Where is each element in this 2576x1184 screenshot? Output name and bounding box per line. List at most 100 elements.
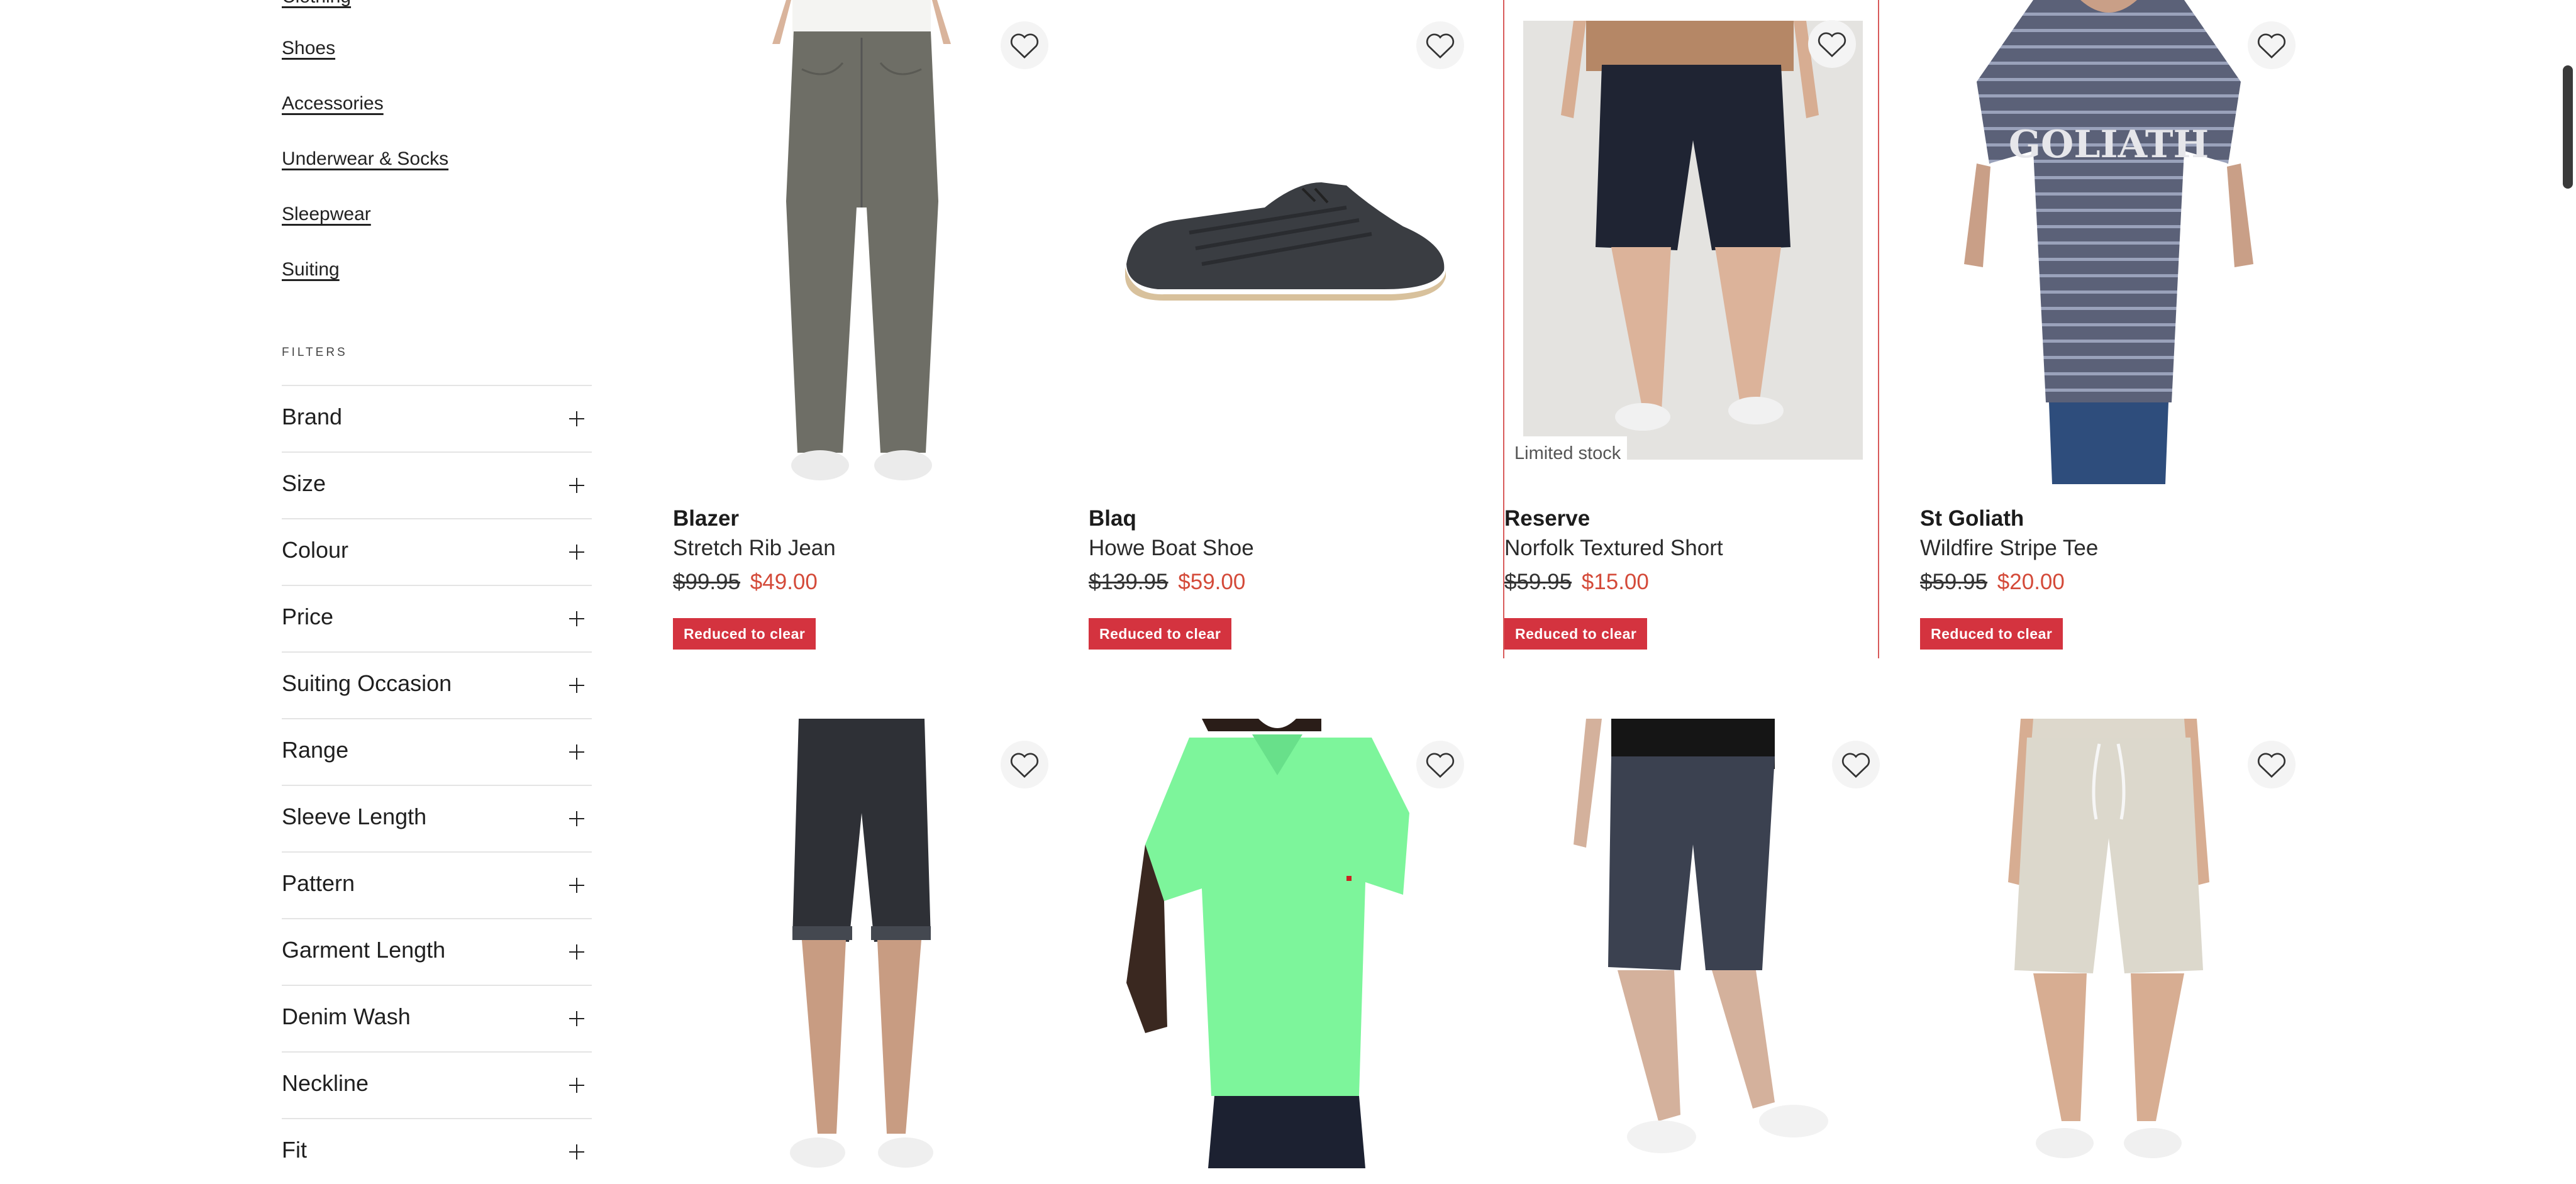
heart-icon (1426, 753, 1455, 778)
wishlist-button[interactable] (1001, 741, 1048, 788)
filter-neckline[interactable]: Neckline (282, 1051, 592, 1117)
product-price: $59.95 $15.00 (1504, 570, 1649, 595)
jeans-image[interactable] (692, 0, 1031, 484)
tee-image[interactable]: GOLIATH (1939, 0, 2279, 484)
was-price: $99.95 (673, 570, 741, 594)
filter-price[interactable]: Price (282, 585, 592, 651)
was-price: $139.95 (1089, 570, 1169, 594)
filter-colour[interactable]: Colour (282, 518, 592, 584)
was-price: $59.95 (1504, 570, 1572, 594)
category-link-accessories[interactable]: Accessories (282, 93, 384, 114)
sale-price: $15.00 (1581, 570, 1649, 594)
wishlist-button[interactable] (1001, 21, 1048, 69)
product-card-norfolk-textured-short[interactable]: Limited stock Reserve Norfolk Textured S… (1504, 0, 1882, 660)
plus-icon (569, 811, 584, 826)
category-link-underwear-socks[interactable]: Underwear & Socks (282, 148, 448, 170)
filter-label: Neckline (282, 1070, 369, 1096)
limited-stock-label: Limited stock (1508, 436, 1628, 470)
linen-shorts-image[interactable] (1939, 719, 2279, 1168)
product-price: $99.95 $49.00 (673, 570, 818, 595)
category-link-shoes[interactable]: Shoes (282, 38, 335, 59)
heart-icon (1841, 753, 1870, 778)
shorts-image[interactable] (1523, 21, 1863, 460)
category-link-sleepwear[interactable]: Sleepwear (282, 204, 371, 225)
heart-icon (2257, 33, 2286, 58)
sale-price: $49.00 (750, 570, 818, 594)
product-name[interactable]: Howe Boat Shoe (1089, 536, 1254, 561)
reduced-badge: Reduced to clear (673, 618, 816, 650)
plus-icon (569, 411, 584, 426)
product-card-track-shorts[interactable] (1504, 719, 1882, 1168)
filter-label: Denim Wash (282, 1004, 411, 1029)
filter-garment-length[interactable]: Garment Length (282, 918, 592, 984)
filter-label: Brand (282, 404, 343, 429)
wishlist-button[interactable] (1808, 20, 1856, 68)
filter-sleeve-length[interactable]: Sleeve Length (282, 785, 592, 851)
product-card-howe-boat-shoe[interactable]: Blaq Howe Boat Shoe $139.95 $59.00 Reduc… (1089, 0, 1466, 660)
product-card-stretch-rib-jean[interactable]: Blazer Stretch Rib Jean $99.95 $49.00 Re… (673, 0, 1050, 660)
shoe-image[interactable] (1108, 0, 1447, 484)
filter-label: Fit (282, 1137, 307, 1163)
filter-fit[interactable]: Fit (282, 1118, 592, 1184)
product-card-linen-shorts[interactable] (1920, 719, 2297, 1168)
heart-icon (1010, 33, 1039, 58)
plus-icon (569, 478, 584, 493)
plus-icon (569, 678, 584, 693)
product-card-wildfire-stripe-tee[interactable]: GOLIATH St Goliath Wildfire Stripe Tee $… (1920, 0, 2297, 660)
plus-icon (569, 1144, 584, 1159)
filter-pattern[interactable]: Pattern (282, 851, 592, 917)
product-name[interactable]: Norfolk Textured Short (1504, 536, 1723, 561)
filter-label: Range (282, 737, 349, 763)
product-brand: Reserve (1504, 506, 1591, 531)
heart-icon (1818, 32, 1846, 57)
filter-label: Sleeve Length (282, 804, 427, 829)
wishlist-button[interactable] (1832, 741, 1880, 788)
sale-price: $20.00 (1997, 570, 2065, 594)
reduced-badge: Reduced to clear (1920, 618, 2063, 650)
plus-icon (569, 878, 584, 893)
plus-icon (569, 1011, 584, 1026)
plus-icon (569, 545, 584, 560)
product-card-polo[interactable] (1089, 719, 1466, 1168)
track-shorts-image[interactable] (1523, 719, 1863, 1168)
filter-label: Pattern (282, 870, 355, 896)
reduced-badge: Reduced to clear (1504, 618, 1648, 650)
filter-range[interactable]: Range (282, 718, 592, 784)
plus-icon (569, 611, 584, 626)
reduced-badge: Reduced to clear (1089, 618, 1232, 650)
product-name[interactable]: Stretch Rib Jean (673, 536, 836, 561)
filter-label: Garment Length (282, 937, 446, 963)
filter-label: Suiting Occasion (282, 670, 452, 696)
wishlist-button[interactable] (1416, 21, 1464, 69)
plus-icon (569, 944, 584, 960)
filter-size[interactable]: Size (282, 451, 592, 517)
product-card-denim-shorts[interactable] (673, 719, 1050, 1168)
filter-suiting-occasion[interactable]: Suiting Occasion (282, 651, 592, 717)
product-price: $139.95 $59.00 (1089, 570, 1245, 595)
wishlist-button[interactable] (2248, 21, 2296, 69)
heart-icon (1426, 33, 1455, 58)
category-link-clothing[interactable]: Clothing (282, 0, 351, 8)
plus-icon (569, 744, 584, 760)
product-name[interactable]: Wildfire Stripe Tee (1920, 536, 2098, 561)
category-link-suiting[interactable]: Suiting (282, 259, 340, 280)
wishlist-button[interactable] (2248, 741, 2296, 788)
denim-shorts-image[interactable] (692, 719, 1031, 1168)
heart-icon (2257, 753, 2286, 778)
plus-icon (569, 1078, 584, 1093)
polo-image[interactable] (1108, 719, 1447, 1168)
page-scrollbar[interactable] (2563, 65, 2573, 189)
heart-icon (1010, 753, 1039, 778)
tee-print-text: GOLIATH (2009, 123, 2209, 167)
filter-brand[interactable]: Brand (282, 385, 592, 451)
sale-price: $59.00 (1178, 570, 1246, 594)
was-price: $59.95 (1920, 570, 1988, 594)
filter-label: Colour (282, 537, 349, 563)
product-brand: Blaq (1089, 506, 1136, 531)
product-price: $59.95 $20.00 (1920, 570, 2065, 595)
filters-heading: FILTERS (282, 346, 348, 359)
filter-denim-wash[interactable]: Denim Wash (282, 985, 592, 1051)
filter-label: Size (282, 470, 326, 496)
product-brand: Blazer (673, 506, 740, 531)
wishlist-button[interactable] (1416, 741, 1464, 788)
